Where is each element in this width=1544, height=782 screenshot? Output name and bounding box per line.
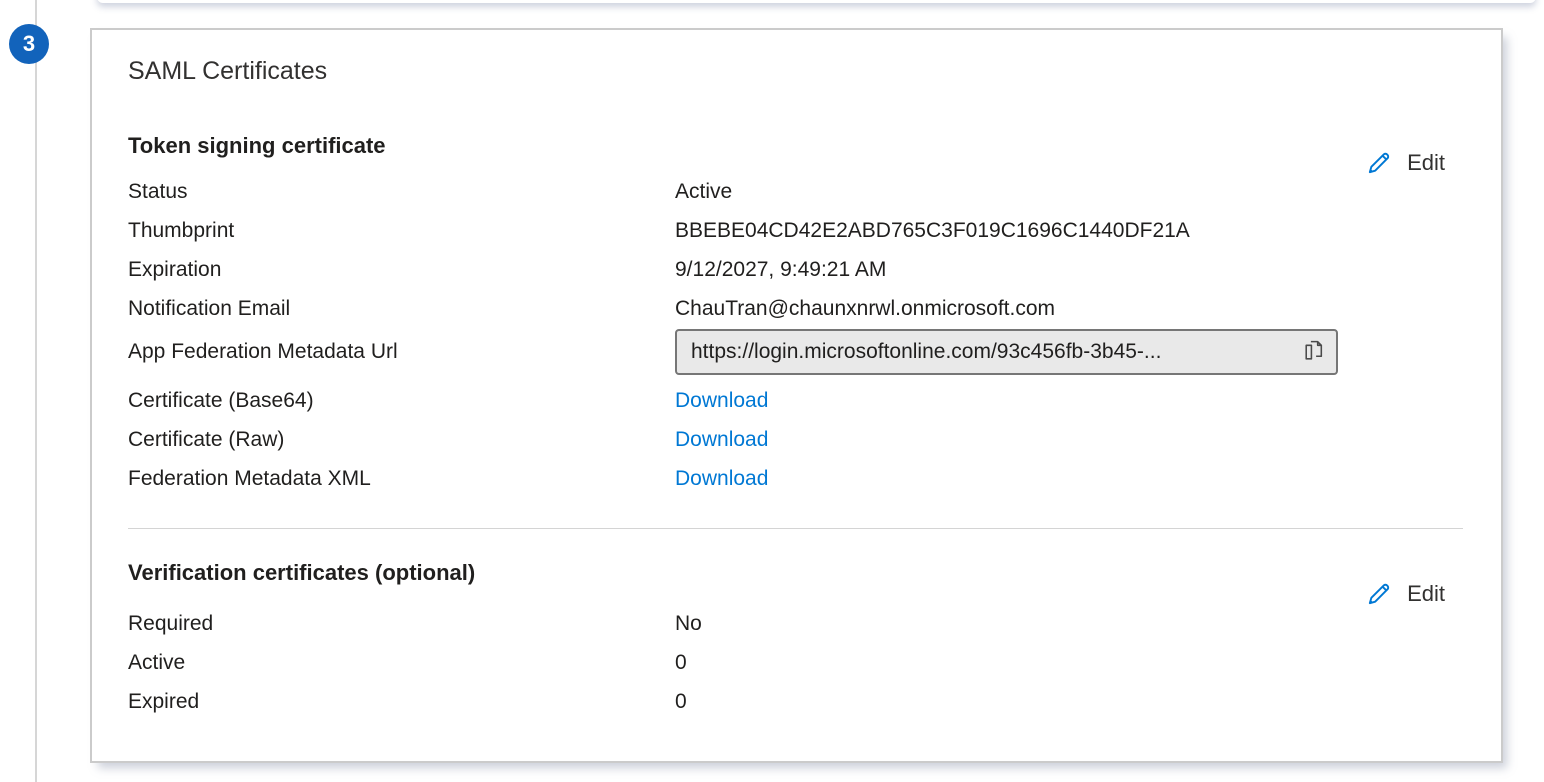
download-federation-metadata-xml-link[interactable]: Download (675, 467, 768, 491)
step-number-badge: 3 (9, 24, 49, 64)
active-count-value: 0 (675, 651, 687, 675)
expiration-row: Expiration 9/12/2027, 9:49:21 AM (128, 250, 1465, 289)
metadata-url-value: https://login.microsoftonline.com/93c456… (691, 340, 1295, 364)
federation-metadata-xml-row: Federation Metadata XML Download (128, 459, 1465, 498)
copy-icon (1301, 338, 1326, 366)
row-label: Required (128, 612, 675, 636)
edit-verification-certificates-button[interactable]: Edit (1366, 580, 1445, 607)
token-signing-section-header: Token signing certificate Edit (128, 131, 1465, 161)
token-signing-rows: Status Active Thumbprint BBEBE04CD42E2AB… (128, 172, 1465, 498)
status-value: Active (675, 180, 732, 204)
expired-count-value: 0 (675, 690, 687, 714)
edit-button-label: Edit (1407, 581, 1445, 607)
row-label: Federation Metadata XML (128, 467, 675, 491)
token-signing-heading: Token signing certificate (128, 131, 1465, 161)
row-label: Certificate (Raw) (128, 428, 675, 452)
row-label: App Federation Metadata Url (128, 340, 675, 364)
app-federation-metadata-url-field[interactable]: https://login.microsoftonline.com/93c456… (675, 329, 1338, 375)
section-divider (128, 528, 1463, 529)
pencil-icon (1366, 149, 1393, 176)
step-connector-line (35, 0, 37, 782)
previous-card-bottom-edge (97, 0, 1536, 3)
edit-button-label: Edit (1407, 150, 1445, 176)
download-certificate-base64-link[interactable]: Download (675, 389, 768, 413)
required-value: No (675, 612, 702, 636)
notification-email-row: Notification Email ChauTran@chaunxnrwl.o… (128, 289, 1465, 328)
saml-certificates-card: SAML Certificates Token signing certific… (90, 28, 1503, 763)
required-row: Required No (128, 604, 1465, 643)
row-label: Active (128, 651, 675, 675)
active-count-row: Active 0 (128, 643, 1465, 682)
edit-token-signing-button[interactable]: Edit (1366, 149, 1445, 176)
certificate-base64-row: Certificate (Base64) Download (128, 381, 1465, 420)
pencil-icon (1366, 580, 1393, 607)
copy-url-button[interactable] (1301, 338, 1326, 366)
thumbprint-value: BBEBE04CD42E2ABD765C3F019C1696C1440DF21A (675, 219, 1190, 243)
row-label: Certificate (Base64) (128, 389, 675, 413)
card-title: SAML Certificates (128, 56, 1465, 86)
verification-certificates-heading: Verification certificates (optional) (128, 558, 1465, 588)
expiration-value: 9/12/2027, 9:49:21 AM (675, 258, 886, 282)
thumbprint-row: Thumbprint BBEBE04CD42E2ABD765C3F019C169… (128, 211, 1465, 250)
app-federation-metadata-url-row: App Federation Metadata Url https://logi… (128, 328, 1465, 376)
verification-certificates-section-header: Verification certificates (optional) Edi… (128, 558, 1465, 588)
row-label: Status (128, 180, 675, 204)
status-row: Status Active (128, 172, 1465, 211)
row-label: Notification Email (128, 297, 675, 321)
certificate-raw-row: Certificate (Raw) Download (128, 420, 1465, 459)
row-label: Expired (128, 690, 675, 714)
notification-email-value: ChauTran@chaunxnrwl.onmicrosoft.com (675, 297, 1055, 321)
row-label: Expiration (128, 258, 675, 282)
row-label: Thumbprint (128, 219, 675, 243)
verification-certificates-rows: Required No Active 0 Expired 0 (128, 604, 1465, 721)
download-certificate-raw-link[interactable]: Download (675, 428, 768, 452)
expired-count-row: Expired 0 (128, 682, 1465, 721)
